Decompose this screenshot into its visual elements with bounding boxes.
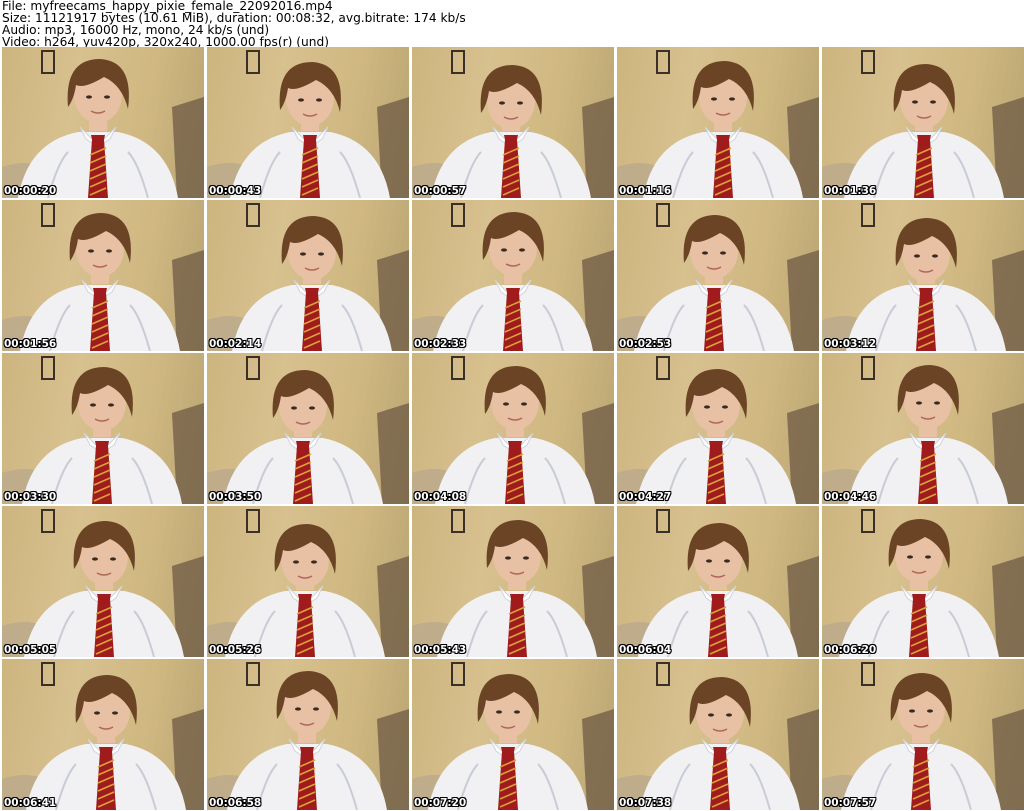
frame-timestamp: 00:06:20 (824, 644, 877, 656)
video-frame-thumbnail: 00:06:41 (2, 659, 204, 810)
frame-timestamp: 00:01:16 (619, 185, 672, 197)
frame-image (207, 659, 409, 810)
frame-timestamp: 00:06:41 (4, 797, 57, 809)
frame-image (617, 47, 819, 198)
frame-image (2, 506, 204, 657)
video-frame-thumbnail: 00:01:16 (617, 47, 819, 198)
frame-timestamp: 00:00:43 (209, 185, 262, 197)
video-frame-thumbnail: 00:05:43 (412, 506, 614, 657)
video-frame-thumbnail: 00:06:20 (822, 506, 1024, 657)
frame-image (822, 506, 1024, 657)
frame-timestamp: 00:03:50 (209, 491, 262, 503)
frame-image (617, 659, 819, 810)
frame-image (822, 659, 1024, 810)
video-frame-thumbnail: 00:04:27 (617, 353, 819, 504)
frame-timestamp: 00:06:04 (619, 644, 672, 656)
frame-timestamp: 00:00:20 (4, 185, 57, 197)
frame-image (412, 659, 614, 810)
frame-timestamp: 00:05:43 (414, 644, 467, 656)
frame-timestamp: 00:07:57 (824, 797, 877, 809)
frame-image (412, 353, 614, 504)
frame-image (822, 353, 1024, 504)
frame-timestamp: 00:07:20 (414, 797, 467, 809)
video-frame-thumbnail: 00:04:46 (822, 353, 1024, 504)
video-frame-thumbnail: 00:03:30 (2, 353, 204, 504)
video-frame-thumbnail: 00:04:08 (412, 353, 614, 504)
video-frame-thumbnail: 00:00:57 (412, 47, 614, 198)
frame-timestamp: 00:04:27 (619, 491, 672, 503)
thumbnail-grid: 00:00:20 00:00:43 00:00:57 00:01:16 00:01:36… (0, 47, 1024, 811)
video-frame-thumbnail: 00:01:56 (2, 200, 204, 351)
frame-image (2, 659, 204, 810)
frame-image (2, 353, 204, 504)
frame-timestamp: 00:03:30 (4, 491, 57, 503)
frame-image (412, 506, 614, 657)
frame-timestamp: 00:07:38 (619, 797, 672, 809)
frame-timestamp: 00:02:33 (414, 338, 467, 350)
frame-timestamp: 00:01:56 (4, 338, 57, 350)
video-frame-thumbnail: 00:02:53 (617, 200, 819, 351)
frame-timestamp: 00:03:12 (824, 338, 877, 350)
video-frame-thumbnail: 00:00:20 (2, 47, 204, 198)
video-frame-thumbnail: 00:06:04 (617, 506, 819, 657)
video-frame-thumbnail: 00:00:43 (207, 47, 409, 198)
frame-timestamp: 00:06:58 (209, 797, 262, 809)
frame-timestamp: 00:00:57 (414, 185, 467, 197)
frame-image (207, 353, 409, 504)
frame-image (207, 47, 409, 198)
video-frame-thumbnail: 00:05:26 (207, 506, 409, 657)
frame-timestamp: 00:02:14 (209, 338, 262, 350)
frame-image (2, 47, 204, 198)
frame-timestamp: 00:05:05 (4, 644, 57, 656)
frame-timestamp: 00:02:53 (619, 338, 672, 350)
frame-image (822, 200, 1024, 351)
frame-image (2, 200, 204, 351)
frame-image (412, 200, 614, 351)
frame-image (822, 47, 1024, 198)
frame-image (617, 353, 819, 504)
frame-image (617, 506, 819, 657)
video-frame-thumbnail: 00:07:20 (412, 659, 614, 810)
video-frame-thumbnail: 00:05:05 (2, 506, 204, 657)
frame-timestamp: 00:05:26 (209, 644, 262, 656)
video-frame-thumbnail: 00:06:58 (207, 659, 409, 810)
video-frame-thumbnail: 00:07:57 (822, 659, 1024, 810)
frame-timestamp: 00:01:36 (824, 185, 877, 197)
video-frame-thumbnail: 00:07:38 (617, 659, 819, 810)
video-frame-thumbnail: 00:02:14 (207, 200, 409, 351)
frame-timestamp: 00:04:46 (824, 491, 877, 503)
frame-image (617, 200, 819, 351)
video-frame-thumbnail: 00:03:12 (822, 200, 1024, 351)
frame-timestamp: 00:04:08 (414, 491, 467, 503)
frame-image (412, 47, 614, 198)
video-frame-thumbnail: 00:03:50 (207, 353, 409, 504)
file-info-header: File: myfreecams_happy_pixie_female_2209… (2, 0, 1022, 48)
video-frame-thumbnail: 00:01:36 (822, 47, 1024, 198)
frame-image (207, 506, 409, 657)
frame-image (207, 200, 409, 351)
video-frame-thumbnail: 00:02:33 (412, 200, 614, 351)
